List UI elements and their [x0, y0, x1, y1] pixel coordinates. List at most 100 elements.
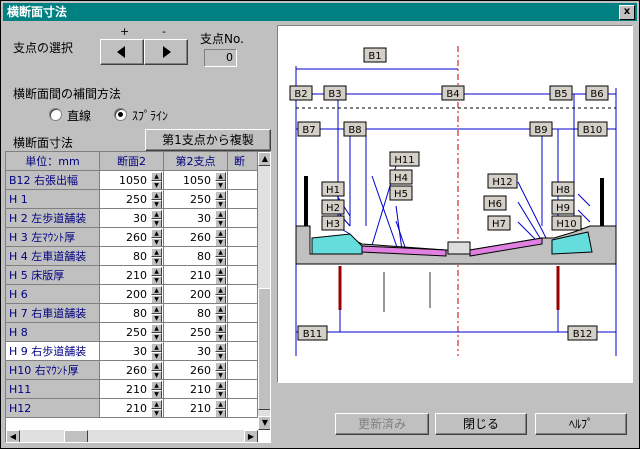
spin-down-icon[interactable]: ▼: [215, 333, 226, 341]
spin-up-icon[interactable]: ▲: [215, 362, 226, 371]
spin-down-icon[interactable]: ▼: [215, 200, 226, 208]
spin-down-icon[interactable]: ▼: [151, 352, 162, 360]
value-cell[interactable]: 210 ▲ ▼: [100, 399, 164, 418]
spin-up-icon[interactable]: ▲: [151, 324, 162, 333]
spin-buttons[interactable]: ▲ ▼: [151, 400, 162, 417]
spin-buttons[interactable]: ▲ ▼: [215, 210, 226, 227]
value-cell[interactable]: [228, 247, 258, 266]
close-window-button[interactable]: x: [619, 5, 635, 20]
scroll-down-icon[interactable]: ▼: [258, 416, 270, 430]
spin-buttons[interactable]: ▲ ▼: [151, 305, 162, 322]
value-cell[interactable]: [228, 209, 258, 228]
spin-buttons[interactable]: ▲ ▼: [215, 172, 226, 189]
spin-down-icon[interactable]: ▼: [215, 238, 226, 246]
spin-buttons[interactable]: ▲ ▼: [215, 267, 226, 284]
value-cell[interactable]: 80 ▲ ▼: [100, 247, 164, 266]
spin-down-icon[interactable]: ▼: [215, 390, 226, 398]
spin-down-icon[interactable]: ▼: [215, 295, 226, 303]
value-cell[interactable]: 260 ▲ ▼: [164, 228, 228, 247]
value-cell[interactable]: 80 ▲ ▼: [100, 304, 164, 323]
spin-buttons[interactable]: ▲ ▼: [151, 229, 162, 246]
spin-up-icon[interactable]: ▲: [215, 381, 226, 390]
value-cell[interactable]: 1050 ▲ ▼: [164, 171, 228, 190]
spin-up-icon[interactable]: ▲: [215, 172, 226, 181]
spin-up-icon[interactable]: ▲: [151, 172, 162, 181]
value-cell[interactable]: [228, 228, 258, 247]
value-cell[interactable]: 260 ▲ ▼: [100, 361, 164, 380]
spin-up-icon[interactable]: ▲: [151, 400, 162, 409]
value-cell[interactable]: 210 ▲ ▼: [100, 380, 164, 399]
spin-down-icon[interactable]: ▼: [215, 219, 226, 227]
spin-down-icon[interactable]: ▼: [215, 314, 226, 322]
scroll-left-icon[interactable]: ◀: [6, 430, 20, 442]
spin-down-icon[interactable]: ▼: [151, 219, 162, 227]
value-cell[interactable]: [228, 342, 258, 361]
spin-down-icon[interactable]: ▼: [151, 181, 162, 189]
value-cell[interactable]: [228, 399, 258, 418]
scroll-up-icon[interactable]: ▲: [258, 152, 270, 166]
spin-buttons[interactable]: ▲ ▼: [215, 343, 226, 360]
spin-down-icon[interactable]: ▼: [151, 314, 162, 322]
spin-up-icon[interactable]: ▲: [151, 362, 162, 371]
value-cell[interactable]: 210 ▲ ▼: [164, 399, 228, 418]
spin-down-icon[interactable]: ▼: [151, 238, 162, 246]
value-cell[interactable]: 260 ▲ ▼: [100, 228, 164, 247]
value-cell[interactable]: [228, 323, 258, 342]
spin-down-icon[interactable]: ▼: [215, 371, 226, 379]
spin-buttons[interactable]: ▲ ▼: [215, 248, 226, 265]
spin-buttons[interactable]: ▲ ▼: [151, 210, 162, 227]
prev-support-button[interactable]: [100, 39, 144, 65]
next-support-button[interactable]: [144, 39, 188, 65]
value-cell[interactable]: 80 ▲ ▼: [164, 304, 228, 323]
value-cell[interactable]: [228, 171, 258, 190]
value-cell[interactable]: [228, 380, 258, 399]
spin-up-icon[interactable]: ▲: [215, 248, 226, 257]
value-cell[interactable]: 210 ▲ ▼: [164, 380, 228, 399]
value-cell[interactable]: 210 ▲ ▼: [164, 266, 228, 285]
table-hscroll[interactable]: ◀ ▶: [6, 430, 258, 442]
spin-up-icon[interactable]: ▲: [215, 286, 226, 295]
value-cell[interactable]: 30 ▲ ▼: [100, 209, 164, 228]
header-section3[interactable]: 断: [228, 152, 258, 171]
value-cell[interactable]: 210 ▲ ▼: [100, 266, 164, 285]
spin-down-icon[interactable]: ▼: [151, 390, 162, 398]
spin-down-icon[interactable]: ▼: [215, 409, 226, 417]
updated-button[interactable]: 更新済み: [335, 413, 429, 435]
spin-up-icon[interactable]: ▲: [151, 229, 162, 238]
spin-down-icon[interactable]: ▼: [215, 352, 226, 360]
spin-up-icon[interactable]: ▲: [151, 381, 162, 390]
header-section2[interactable]: 断面2: [100, 152, 164, 171]
spin-up-icon[interactable]: ▲: [215, 267, 226, 276]
spin-up-icon[interactable]: ▲: [215, 191, 226, 200]
spin-up-icon[interactable]: ▲: [215, 343, 226, 352]
spin-up-icon[interactable]: ▲: [151, 286, 162, 295]
spin-buttons[interactable]: ▲ ▼: [215, 324, 226, 341]
spin-up-icon[interactable]: ▲: [151, 305, 162, 314]
spin-buttons[interactable]: ▲ ▼: [151, 286, 162, 303]
value-cell[interactable]: [228, 361, 258, 380]
value-cell[interactable]: 260 ▲ ▼: [164, 361, 228, 380]
radio-spline[interactable]: [114, 108, 127, 121]
spin-down-icon[interactable]: ▼: [151, 200, 162, 208]
value-cell[interactable]: 30 ▲ ▼: [164, 342, 228, 361]
spin-down-icon[interactable]: ▼: [151, 371, 162, 379]
spin-buttons[interactable]: ▲ ▼: [151, 381, 162, 398]
spin-buttons[interactable]: ▲ ▼: [151, 191, 162, 208]
value-cell[interactable]: 200 ▲ ▼: [100, 285, 164, 304]
spin-up-icon[interactable]: ▲: [215, 210, 226, 219]
spin-up-icon[interactable]: ▲: [215, 400, 226, 409]
value-cell[interactable]: 30 ▲ ▼: [100, 342, 164, 361]
spin-buttons[interactable]: ▲ ▼: [151, 362, 162, 379]
spin-buttons[interactable]: ▲ ▼: [215, 229, 226, 246]
spin-buttons[interactable]: ▲ ▼: [151, 343, 162, 360]
spin-down-icon[interactable]: ▼: [151, 295, 162, 303]
value-cell[interactable]: [228, 304, 258, 323]
spin-up-icon[interactable]: ▲: [215, 324, 226, 333]
value-cell[interactable]: [228, 266, 258, 285]
spin-buttons[interactable]: ▲ ▼: [151, 172, 162, 189]
spin-buttons[interactable]: ▲ ▼: [215, 362, 226, 379]
value-cell[interactable]: 250 ▲ ▼: [100, 190, 164, 209]
spin-up-icon[interactable]: ▲: [151, 248, 162, 257]
value-cell[interactable]: [228, 190, 258, 209]
value-cell[interactable]: 200 ▲ ▼: [164, 285, 228, 304]
